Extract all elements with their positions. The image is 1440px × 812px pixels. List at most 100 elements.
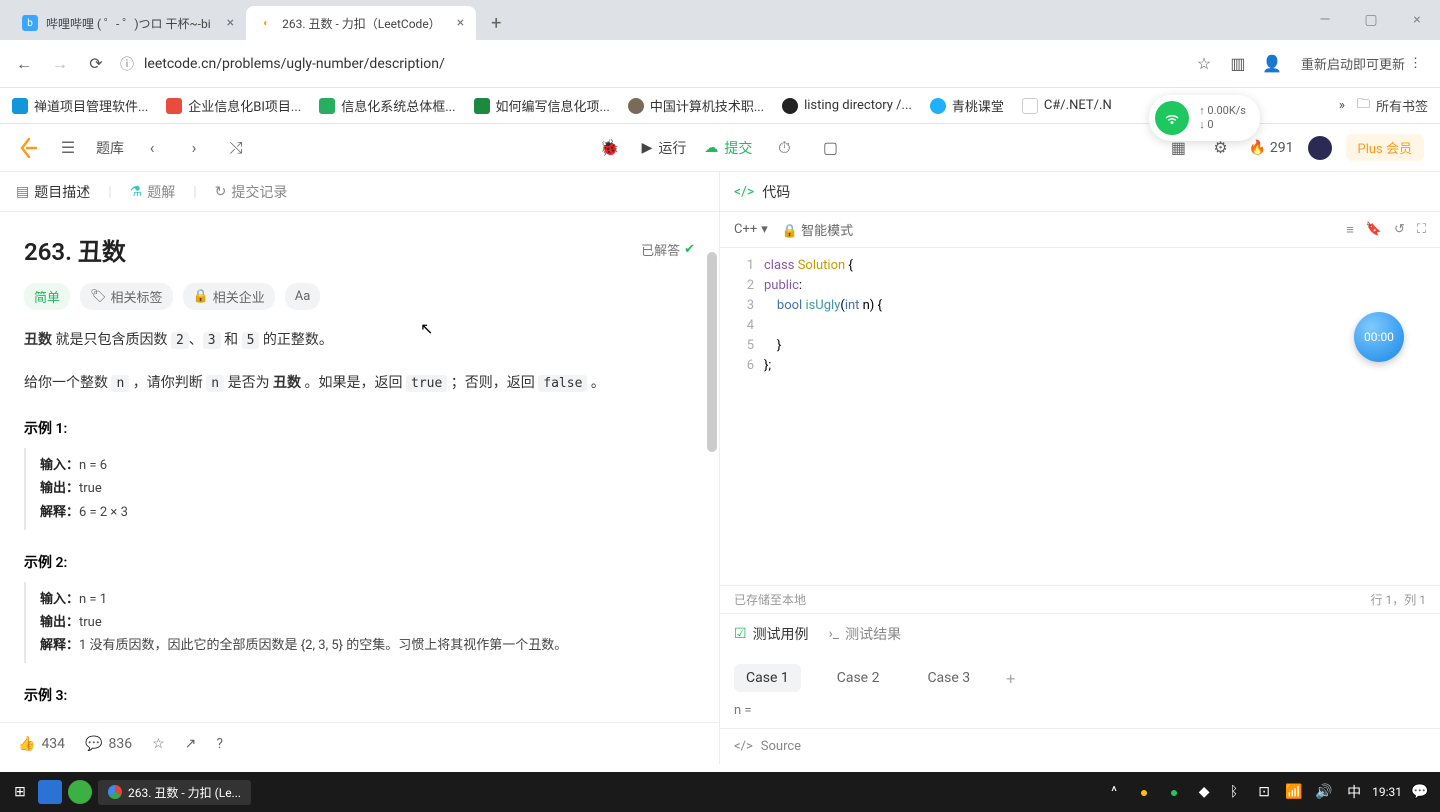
bookmark[interactable]: 中国计算机技术职... [628,96,764,115]
language-select[interactable]: C++▾ [734,222,768,237]
bookmark[interactable]: 禅道项目管理软件... [12,96,148,115]
timer-bubble[interactable]: 00:00 [1354,312,1404,362]
tab-solution[interactable]: ⚗题解 [130,182,176,202]
favorite-button[interactable]: ☆ [152,736,165,752]
likes[interactable]: 👍434 [18,736,65,752]
submit-button[interactable]: ☁提交 [704,138,752,158]
bookmark[interactable]: 青桃课堂 [930,96,1004,115]
ime-icon[interactable]: 中 [1342,780,1366,804]
tab-label: 题解 [147,182,175,202]
tray-icon[interactable]: ◆ [1192,780,1216,804]
reload-button[interactable]: ⟳ [84,52,108,76]
case-2[interactable]: Case 2 [825,664,892,692]
doc-icon: ▤ [16,184,29,200]
side-panel-icon[interactable]: ▥ [1227,53,1249,75]
tray-icon[interactable]: ⊡ [1252,780,1276,804]
streak[interactable]: 🔥291 [1248,140,1293,156]
menu-icon[interactable]: ⋮ [1409,56,1422,71]
back-button[interactable]: ← [12,52,36,76]
site-info-icon[interactable]: ⓘ [120,54,134,74]
bookmark-icon[interactable]: 🔖 [1366,222,1382,238]
url-field[interactable]: ⓘ leetcode.cn/problems/ugly-number/descr… [120,54,1181,74]
tab-test-results[interactable]: ›_测试结果 [829,624,902,644]
library-label[interactable]: 题库 [96,138,124,158]
browser-tab-leetcode[interactable]: ◐ 263. 丑数 - 力扣（LeetCode） × [246,6,476,40]
taskbar-app-icon[interactable] [68,780,92,804]
case-input-label: n = [720,703,1440,728]
notifications-icon[interactable]: 💬 [1408,780,1432,804]
note-icon[interactable]: ▢ [816,134,844,162]
scrollbar-thumb[interactable] [707,252,717,452]
shuffle-button[interactable]: ⤭ [222,134,250,162]
folder-icon: 🗀 [1357,95,1370,117]
tab-submissions[interactable]: ↻提交记录 [215,182,288,202]
code-editor[interactable]: 123456 class Solution { public: bool isU… [720,248,1440,585]
bookmarks-overflow[interactable]: » [1339,98,1345,113]
start-button[interactable]: ⊞ [8,780,32,804]
fullscreen-icon[interactable]: ⛶ [1417,222,1426,238]
debug-icon[interactable]: 🐞 [596,134,624,162]
bookmark[interactable]: 如何编写信息化项... [474,96,610,115]
code-toolbar: C++▾ 🔒 智能模式 ≡ 🔖 ↺ ⛶ [720,212,1440,248]
maximize-button[interactable]: ▢ [1348,0,1394,40]
volume-icon[interactable]: 🔊 [1312,780,1336,804]
tab-test-cases[interactable]: ☑ 测试用例 [734,624,809,644]
next-problem-button[interactable]: › [180,134,208,162]
smart-mode[interactable]: 🔒 智能模式 [782,220,853,239]
leetcode-logo[interactable] [16,136,40,160]
cursor-position: 行 1，列 1 [1371,591,1426,608]
check-square-icon: ☑ [734,626,747,642]
bookmark[interactable]: 信息化系统总体框... [319,96,455,115]
star-icon[interactable]: ☆ [1193,53,1215,75]
share-button[interactable]: ↗ [185,736,197,752]
new-tab-button[interactable]: + [482,9,510,37]
taskbar-app-icon[interactable] [38,780,62,804]
tray-icon[interactable]: ● [1162,780,1186,804]
close-icon[interactable]: × [227,15,234,31]
plus-button[interactable]: Plus 会员 [1346,134,1424,161]
avatar[interactable] [1308,136,1332,160]
related-tags-chip[interactable]: 🏷相关标签 [80,283,173,310]
close-icon[interactable]: × [457,15,464,31]
profile-icon[interactable]: 👤 [1261,53,1283,75]
run-button[interactable]: ▶运行 [642,138,687,158]
forward-button[interactable]: → [48,52,72,76]
code-header: </> 代码 [720,172,1440,212]
prev-problem-button[interactable]: ‹ [138,134,166,162]
bookmark[interactable]: 企业信息化BI项目... [166,96,301,115]
test-case-bar: Case 1 Case 2 Case 3 + [720,653,1440,703]
add-case-button[interactable]: + [1006,669,1015,688]
browser-tab-bilibili[interactable]: b 哔哩哔哩 ( ゜- ゜)つロ 干杯~-bi × [10,6,246,40]
comments[interactable]: 💬836 [85,736,132,752]
related-companies-chip[interactable]: 🔒相关企业 [183,283,275,310]
difficulty-chip[interactable]: 简单 [24,283,70,310]
tab-description[interactable]: ▤题目描述 [16,182,90,202]
relaunch-update-button[interactable]: 重新启动即可更新 ⋮ [1295,54,1428,73]
tray-icon[interactable]: ● [1132,780,1156,804]
tab-label: 测试用例 [753,624,809,644]
bookmark-label: listing directory /... [804,98,912,113]
close-button[interactable]: × [1394,0,1440,40]
bookmark[interactable]: C#/.NET/.N [1022,98,1112,114]
bluetooth-icon[interactable]: ᛒ [1222,780,1246,804]
minimize-button[interactable]: — [1302,0,1348,40]
tray-up-icon[interactable]: ^ [1102,780,1126,804]
timer-icon[interactable]: ⏱ [770,134,798,162]
problem-list-icon[interactable]: ☰ [54,134,82,162]
network-widget[interactable]: ↑ 0.00K/s ↓ 0 [1149,95,1260,141]
wifi-icon[interactable]: 📶 [1282,780,1306,804]
source-bar[interactable]: </> Source [720,728,1440,764]
help-button[interactable]: ? [216,736,223,752]
clock[interactable]: 19:31 [1372,785,1402,799]
tab-title: 哔哩哔哩 ( ゜- ゜)つロ 干杯~-bi [46,15,211,32]
tab-title: 263. 丑数 - 力扣（LeetCode） [282,15,441,32]
bookmark[interactable]: listing directory /... [782,98,912,114]
problem-tabs: ▤题目描述 | ⚗题解 | ↻提交记录 [0,172,719,212]
all-bookmarks[interactable]: 🗀所有书签 [1357,95,1428,117]
case-1[interactable]: Case 1 [734,664,801,692]
format-icon[interactable]: ≡ [1346,222,1354,238]
reset-icon[interactable]: ↺ [1394,222,1405,238]
taskbar-chrome-window[interactable]: 263. 丑数 - 力扣 (Le... [98,780,251,805]
hint-chip[interactable]: Aa [285,283,321,310]
case-3[interactable]: Case 3 [915,664,982,692]
